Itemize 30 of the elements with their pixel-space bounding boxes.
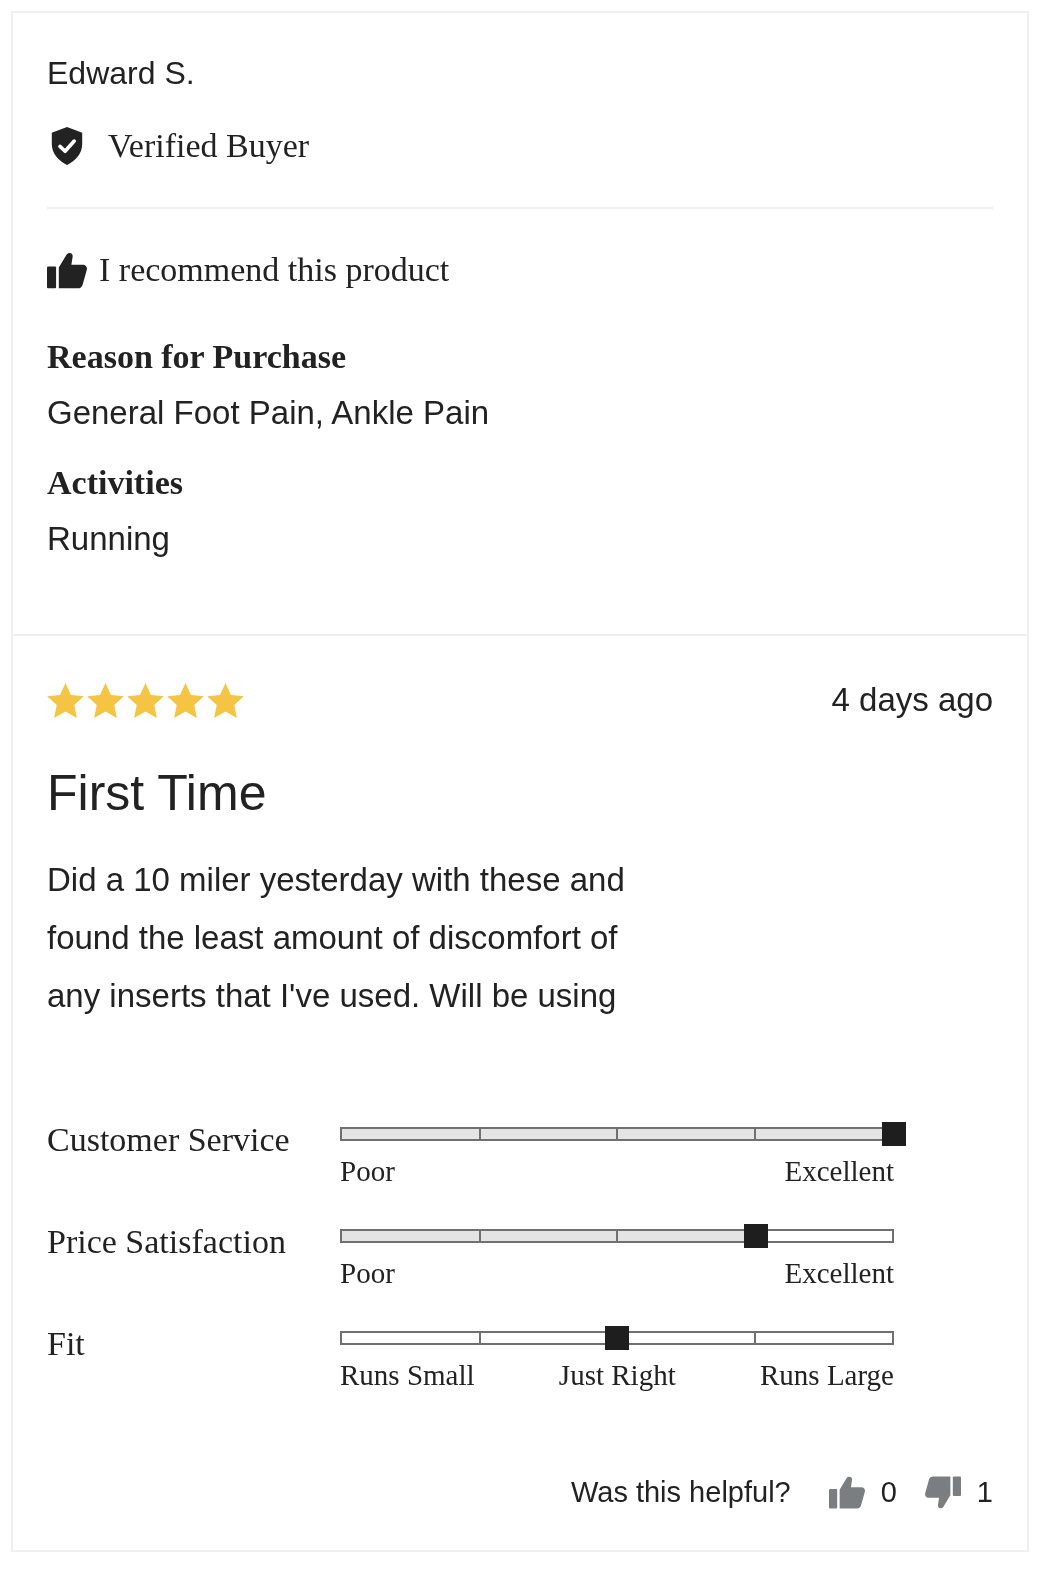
scale-label: Poor <box>340 1257 395 1289</box>
rating-category-label: Customer Service <box>47 1121 291 1160</box>
rating-category-label: Price Satisfaction <box>47 1223 287 1262</box>
verified-buyer-label: Verified Buyer <box>108 127 310 165</box>
scale-label: Runs Small <box>340 1359 475 1391</box>
review-date: 4 days ago <box>831 681 993 719</box>
detail-value: Running <box>47 520 171 558</box>
scale-label: Poor <box>340 1155 395 1187</box>
detail-value: General Foot Pain, Ankle Pain <box>47 394 491 432</box>
review-title: First Time <box>47 765 268 821</box>
reviewer-name: Edward S. <box>47 54 196 92</box>
star-icon <box>207 682 244 718</box>
detail-label: Activities <box>47 464 184 502</box>
star-icon <box>127 682 164 718</box>
review-body: Did a 10 miler yesterday with these and found the least amount of discomfort of any inserts that I've used. Will be using <box>47 860 626 1016</box>
star-icon <box>87 682 124 718</box>
star-icon <box>167 682 204 718</box>
helpful-no-button[interactable]: 1 <box>924 1473 993 1511</box>
scale-label: Excellent <box>784 1257 894 1289</box>
thumbs-up-icon <box>828 1475 865 1509</box>
detail-label: Reason for Purchase <box>47 338 348 376</box>
helpful-yes-button[interactable]: 0 <box>828 1473 897 1511</box>
rating-category-label: Fit <box>47 1325 86 1364</box>
helpful-question: Was this helpful? <box>570 1475 791 1510</box>
scale-label: Excellent <box>784 1155 894 1187</box>
thumbs-down-icon <box>924 1475 961 1509</box>
scale-label: Just Right <box>558 1359 676 1391</box>
scale-label: Runs Large <box>760 1359 894 1391</box>
recommendation-text: I recommend this product <box>99 251 450 289</box>
star-icon <box>47 682 84 718</box>
